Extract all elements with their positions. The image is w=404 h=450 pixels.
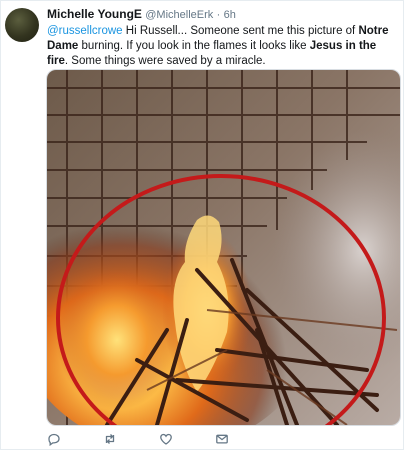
tweet-actions	[45, 432, 285, 446]
tweet-text-part: burning. If you look in the flames it lo…	[78, 40, 310, 52]
avatar[interactable]	[5, 8, 39, 42]
timestamp[interactable]: 6h	[224, 9, 236, 21]
fire-photo-image	[47, 70, 400, 425]
reply-icon[interactable]	[47, 432, 61, 446]
tweet-text: @russellcrowe Hi Russell... Someone sent…	[47, 24, 397, 69]
tweet-card[interactable]: Michelle YoungE @MichelleErk · 6h @russe…	[0, 0, 404, 450]
separator-dot: ·	[216, 9, 221, 21]
retweet-icon[interactable]	[103, 432, 117, 446]
author-name[interactable]: Michelle YoungE	[47, 7, 142, 21]
envelope-icon[interactable]	[215, 432, 229, 446]
tweet-header: Michelle YoungE @MichelleErk · 6h	[47, 7, 399, 23]
tweet-body: Michelle YoungE @MichelleErk · 6h @russe…	[47, 7, 399, 69]
tweet-text-part: . Some things were saved by a miracle.	[64, 55, 266, 67]
mention-link[interactable]: @russellcrowe	[47, 25, 123, 37]
tweet-text-part: Hi Russell... Someone sent me this pictu…	[122, 25, 359, 37]
tweet-photo[interactable]	[46, 69, 401, 426]
heart-icon[interactable]	[159, 432, 173, 446]
author-handle[interactable]: @MichelleErk	[145, 9, 213, 21]
